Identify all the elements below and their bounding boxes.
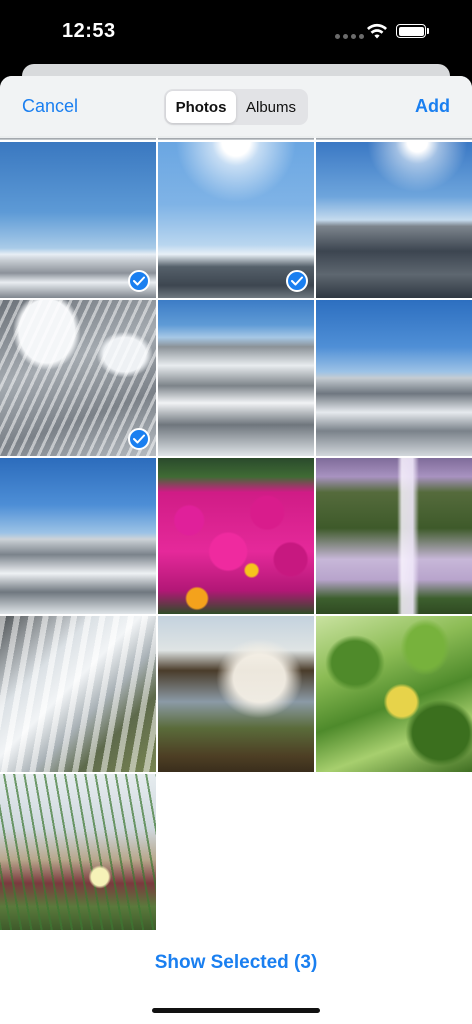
photo-thumbnail[interactable]: [0, 142, 156, 298]
wifi-icon: [366, 22, 388, 45]
show-selected-button[interactable]: Show Selected (3): [0, 952, 472, 974]
status-bar: 12:53: [0, 0, 472, 64]
photo-thumbnail[interactable]: [158, 142, 314, 298]
photo-thumbnail[interactable]: [316, 300, 472, 456]
photo-thumbnail[interactable]: [316, 616, 472, 772]
photo-picker-sheet: Cancel Photos Albums Add Show Selected (…: [0, 76, 472, 1024]
photo-thumbnail[interactable]: [0, 774, 156, 930]
checkmark-icon: [128, 270, 150, 292]
photo-thumbnail[interactable]: [0, 458, 156, 614]
cancel-button[interactable]: Cancel: [22, 96, 78, 117]
tab-albums[interactable]: Albums: [236, 91, 306, 123]
photo-picker-screen: 12:53 Cancel Photos Albums Add Show Sele…: [0, 0, 472, 1024]
battery-icon: [396, 24, 429, 38]
tab-photos[interactable]: Photos: [166, 91, 236, 123]
photo-thumbnail[interactable]: [158, 458, 314, 614]
photo-thumbnail[interactable]: [316, 142, 472, 298]
photo-thumbnail[interactable]: [158, 300, 314, 456]
checkmark-icon: [128, 428, 150, 450]
photo-thumbnail[interactable]: [158, 616, 314, 772]
photo-thumbnail[interactable]: [316, 458, 472, 614]
signal-dots-icon: [335, 34, 364, 39]
status-time: 12:53: [62, 20, 116, 42]
home-indicator[interactable]: [152, 1008, 320, 1013]
checkmark-icon: [286, 270, 308, 292]
photo-thumbnail[interactable]: [0, 616, 156, 772]
picker-nav-bar: Cancel Photos Albums Add: [0, 76, 472, 138]
add-button[interactable]: Add: [415, 96, 450, 117]
photos-albums-segmented-control[interactable]: Photos Albums: [164, 89, 308, 125]
photo-thumbnail[interactable]: [0, 300, 156, 456]
